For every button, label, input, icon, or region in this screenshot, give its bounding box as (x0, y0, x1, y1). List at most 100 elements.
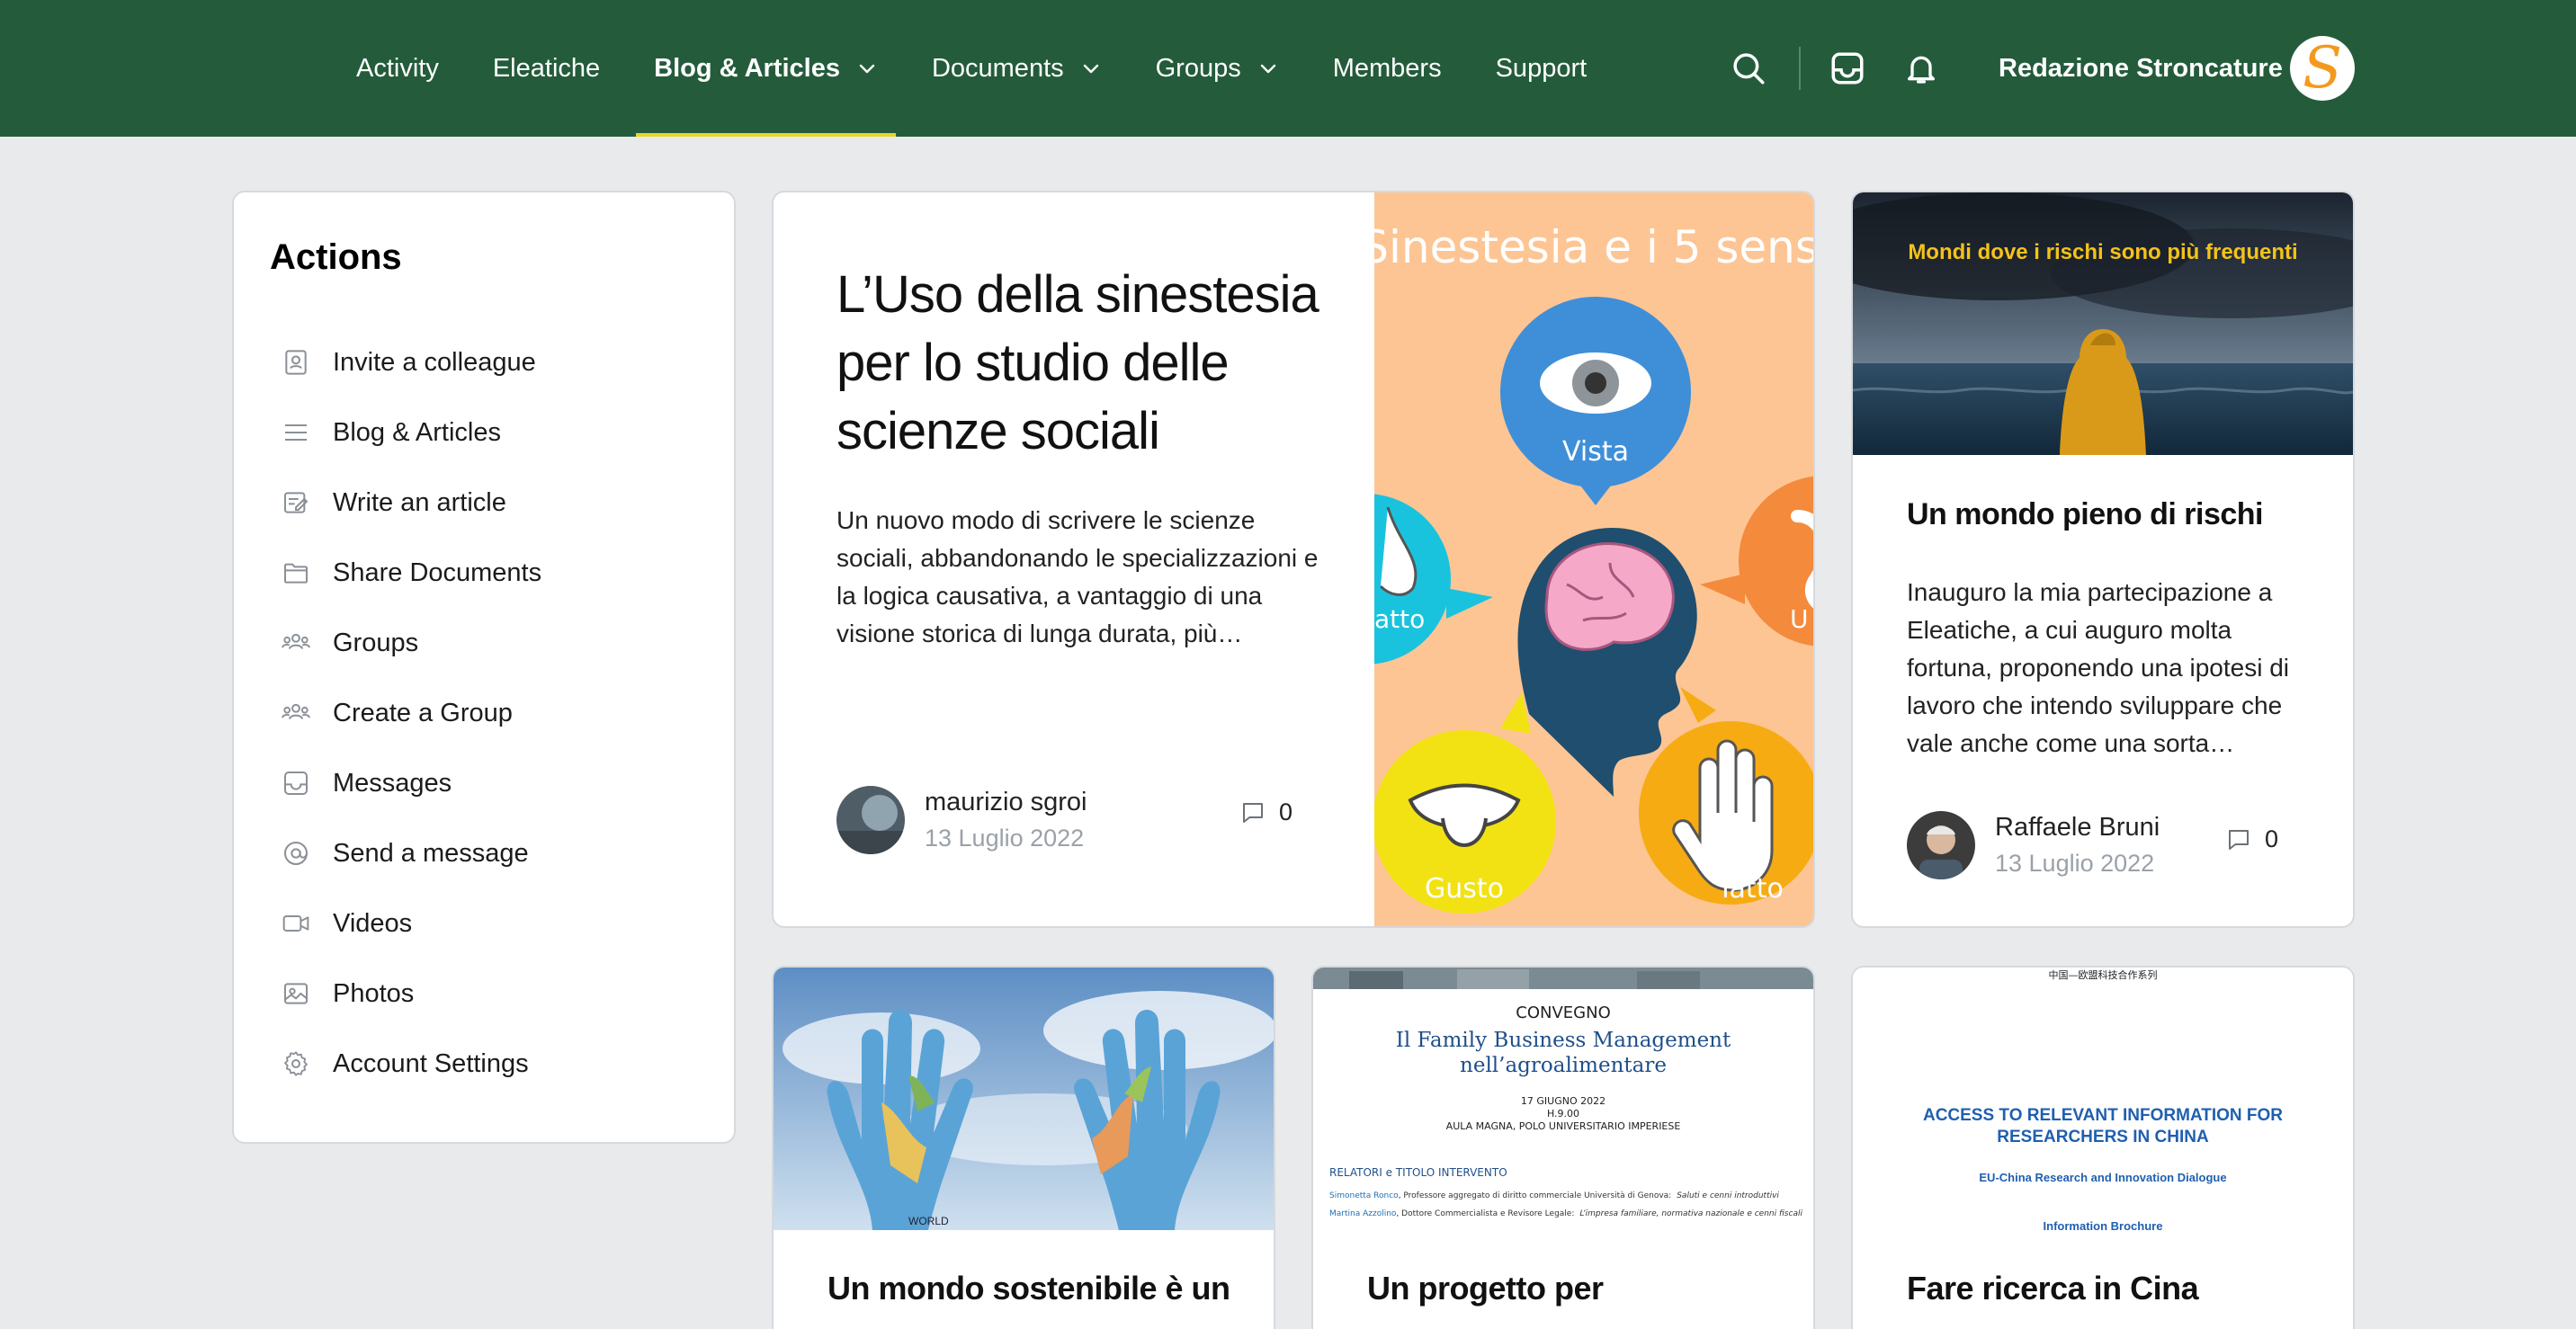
sense-label-tatto: Tatto (1716, 873, 1784, 905)
nav-members[interactable]: Members (1315, 0, 1460, 137)
nav-support[interactable]: Support (1478, 0, 1606, 137)
author-avatar[interactable] (1907, 811, 1975, 879)
action-create-group[interactable]: Create a Group (279, 678, 711, 748)
action-invite-colleague[interactable]: Invite a colleague (279, 327, 711, 397)
article-title[interactable]: Un mondo pieno di rischi (1907, 495, 2321, 534)
comments-value: 0 (2265, 825, 2279, 852)
article-image[interactable]: 中国—欧盟科技合作系列 ACCESS TO RELEVANT INFORMATI… (1853, 968, 2353, 1230)
article-card-mondo-rischi[interactable]: Mondi dove i rischi sono più frequenti U… (1851, 191, 2355, 928)
article-excerpt: Inauguro la mia partecipazione a Eleatic… (1907, 578, 2289, 757)
action-label: Groups (333, 628, 419, 657)
poster-speaker2: Martina Azzolino, Dottore Commercialista… (1329, 1209, 1802, 1218)
article-author-meta: Raffaele Bruni 13 Luglio 2022 (1907, 809, 2160, 881)
comment-icon (2229, 829, 2249, 850)
nav-groups[interactable]: Groups (1138, 0, 1297, 137)
actions-title: Actions (270, 237, 402, 277)
author-avatar[interactable] (836, 786, 905, 854)
article-date: 13 Luglio 2022 (925, 825, 1085, 852)
nav-label: Groups (1155, 53, 1241, 83)
logo-letter: S (2303, 36, 2342, 101)
poster-time: H.9.00 (1547, 1108, 1579, 1119)
poster-venue: AULA MAGNA, POLO UNIVERSITARIO IMPERIESE (1446, 1120, 1681, 1132)
featured-article-title[interactable]: L’Uso della sinestesia per lo studio del… (836, 261, 1322, 466)
featured-author-meta: maurizio sgroi 13 Luglio 2022 (836, 784, 1087, 856)
contact-card-icon (279, 345, 313, 379)
article-image[interactable]: WORLD (774, 968, 1274, 1230)
action-label: Photos (333, 978, 415, 1008)
action-label: Create a Group (333, 698, 513, 727)
featured-article-image[interactable]: Sinestesia e i 5 sensi Vista atto U Gust… (1374, 192, 1815, 926)
main-nav: Activity Eleatiche Blog & Articles Docum… (338, 0, 1623, 137)
header-divider (1799, 47, 1801, 90)
chevron-down-icon (1260, 64, 1275, 74)
poster-line1: ACCESS TO RELEVANT INFORMATION FOR (1923, 1106, 2283, 1125)
action-label: Send a message (333, 838, 529, 868)
article-card-ricerca-cina[interactable]: 中国—欧盟科技合作系列 ACCESS TO RELEVANT INFORMATI… (1851, 966, 2355, 1329)
inbox-icon[interactable] (1826, 47, 1869, 90)
action-send-message[interactable]: Send a message (279, 818, 711, 888)
sense-label-vista: Vista (1562, 436, 1629, 468)
nav-label: Support (1495, 53, 1588, 83)
action-messages[interactable]: Messages (279, 748, 711, 818)
featured-article-card[interactable]: L’Uso della sinestesia per lo studio del… (772, 191, 1815, 928)
nav-blog-articles[interactable]: Blog & Articles (636, 0, 896, 137)
action-groups[interactable]: Groups (279, 608, 711, 678)
comments-count[interactable]: 0 (1239, 798, 1292, 826)
nav-eleatiche[interactable]: Eleatiche (475, 0, 618, 137)
comments-value: 0 (1279, 798, 1293, 825)
poster-top: 中国—欧盟科技合作系列 (2049, 968, 2158, 981)
featured-text: L’Uso della sinestesia per lo studio del… (836, 261, 1322, 653)
article-image[interactable]: Mondi dove i rischi sono più frequenti (1853, 192, 2353, 455)
action-write-article[interactable]: Write an article (279, 468, 711, 538)
featured-article-excerpt: Un nuovo modo di scrivere le scienze soc… (836, 506, 1319, 647)
article-card-mondo-sostenibile[interactable]: WORLD Un mondo sostenibile è un (772, 966, 1275, 1329)
bell-icon[interactable] (1900, 47, 1943, 90)
action-label: Write an article (333, 487, 506, 517)
edit-document-icon (279, 486, 313, 520)
article-title[interactable]: Fare ricerca in Cina (1907, 1268, 2321, 1309)
poster-speaker1: Simonetta Ronco, Professore aggregato di… (1329, 1191, 1779, 1200)
article-card-progetto[interactable]: CONVEGNO Il Family Business Management n… (1311, 966, 1815, 1329)
sense-label-olfatto: atto (1374, 604, 1425, 634)
action-blog-articles[interactable]: Blog & Articles (279, 397, 711, 468)
folder-icon (279, 556, 313, 590)
chevron-down-icon (859, 64, 875, 74)
author-name[interactable]: Raffaele Bruni (1995, 809, 2160, 845)
article-title[interactable]: Un mondo sostenibile è un (827, 1268, 1241, 1309)
article-title[interactable]: Un progetto per (1367, 1268, 1781, 1309)
user-name[interactable]: Redazione Stroncature (1999, 0, 2283, 137)
nav-documents[interactable]: Documents (914, 0, 1120, 137)
author-name[interactable]: maurizio sgroi (925, 784, 1087, 820)
actions-panel: Actions Invite a colleague Blog & Articl… (232, 191, 736, 1144)
create-group-icon (279, 696, 313, 730)
image-heading: Sinestesia e i 5 sensi (1374, 221, 1815, 273)
search-icon[interactable] (1727, 47, 1770, 90)
action-label: Blog & Articles (333, 417, 501, 447)
user-avatar[interactable]: S (2290, 36, 2355, 101)
nav-label: Blog & Articles (654, 53, 840, 83)
nav-activity[interactable]: Activity (338, 0, 457, 137)
gear-icon (279, 1047, 313, 1081)
poster-title-line2: nell’agroalimentare (1460, 1054, 1667, 1077)
at-sign-icon (279, 836, 313, 870)
list-icon (279, 415, 313, 450)
nav-label: Eleatiche (492, 53, 601, 83)
poster-line2: RESEARCHERS IN CHINA (1997, 1128, 2209, 1146)
action-videos[interactable]: Videos (279, 888, 711, 959)
comments-count[interactable]: 0 (2225, 825, 2278, 853)
inbox-icon (279, 766, 313, 800)
video-camera-icon (279, 906, 313, 941)
action-label: Messages (333, 768, 452, 798)
action-label: Share Documents (333, 557, 542, 587)
action-share-documents[interactable]: Share Documents (279, 538, 711, 608)
image-caption: WORLD (908, 1215, 949, 1227)
comment-icon (1243, 802, 1263, 823)
article-image[interactable]: CONVEGNO Il Family Business Management n… (1313, 968, 1813, 1230)
action-photos[interactable]: Photos (279, 959, 711, 1029)
poster-section: RELATORI e TITOLO INTERVENTO (1329, 1166, 1507, 1179)
actions-list: Invite a colleague Blog & Articles Write… (279, 327, 711, 1099)
header-icons (1727, 0, 1943, 137)
article-date: 13 Luglio 2022 (1995, 850, 2155, 877)
groups-icon (279, 626, 313, 660)
action-account-settings[interactable]: Account Settings (279, 1029, 711, 1099)
